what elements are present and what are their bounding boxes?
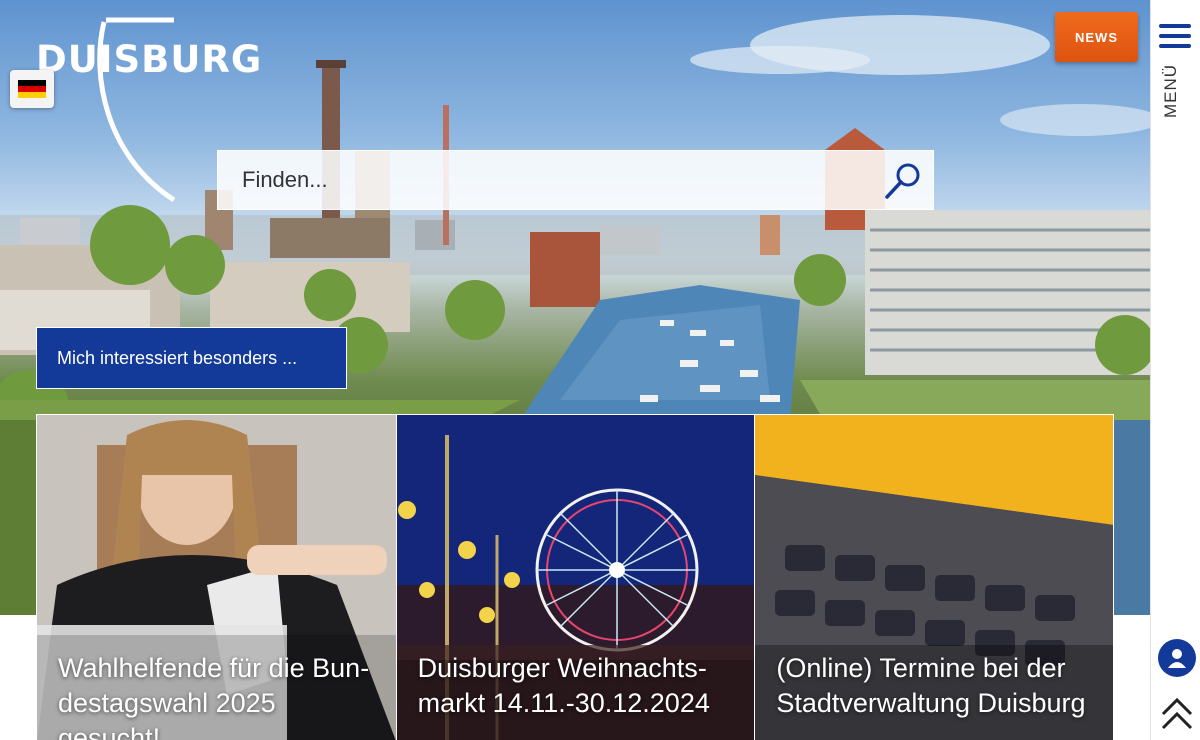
menu-label-wrap: MENÜ	[1161, 63, 1187, 126]
teaser-row: Wahlhelfende für die Bun­destagswahl 202…	[36, 414, 1114, 740]
teaser-title: Duisburger Weihnachts­markt 14.11.-30.12…	[417, 653, 710, 718]
scroll-to-top-button[interactable]	[1159, 694, 1195, 734]
teaser-card-appointments[interactable]: (Online) Termine bei der Stadtverwaltung…	[754, 415, 1114, 740]
menu-label: MENÜ	[1161, 63, 1180, 118]
news-button[interactable]: NEWS	[1055, 12, 1138, 62]
teaser-card-christmas-market[interactable]: Duisburger Weihnachts­markt 14.11.-30.12…	[395, 415, 755, 740]
menu-button[interactable]: MENÜ	[1159, 24, 1195, 134]
user-account-button[interactable]	[1158, 639, 1196, 677]
search-box	[217, 150, 934, 210]
user-icon	[1168, 649, 1186, 668]
chevrons-up-icon	[1161, 697, 1193, 730]
right-sidebar: MENÜ	[1150, 0, 1200, 740]
teaser-title: Wahlhelfende für die Bun­destagswahl 202…	[58, 653, 370, 740]
logo-text: DUISBURG	[36, 38, 263, 81]
hamburger-icon	[1159, 24, 1195, 48]
search-input[interactable]	[218, 151, 878, 209]
search-button[interactable]	[883, 161, 923, 201]
teaser-card-election[interactable]: Wahlhelfende für die Bun­destagswahl 202…	[37, 415, 396, 740]
language-switch-button[interactable]	[10, 70, 54, 108]
interest-dropdown-button[interactable]: Mich interessiert besonders ...	[36, 327, 347, 389]
search-icon	[885, 163, 920, 199]
teaser-title: (Online) Termine bei der Stadtverwaltung…	[776, 653, 1086, 718]
german-flag-icon	[18, 79, 46, 99]
